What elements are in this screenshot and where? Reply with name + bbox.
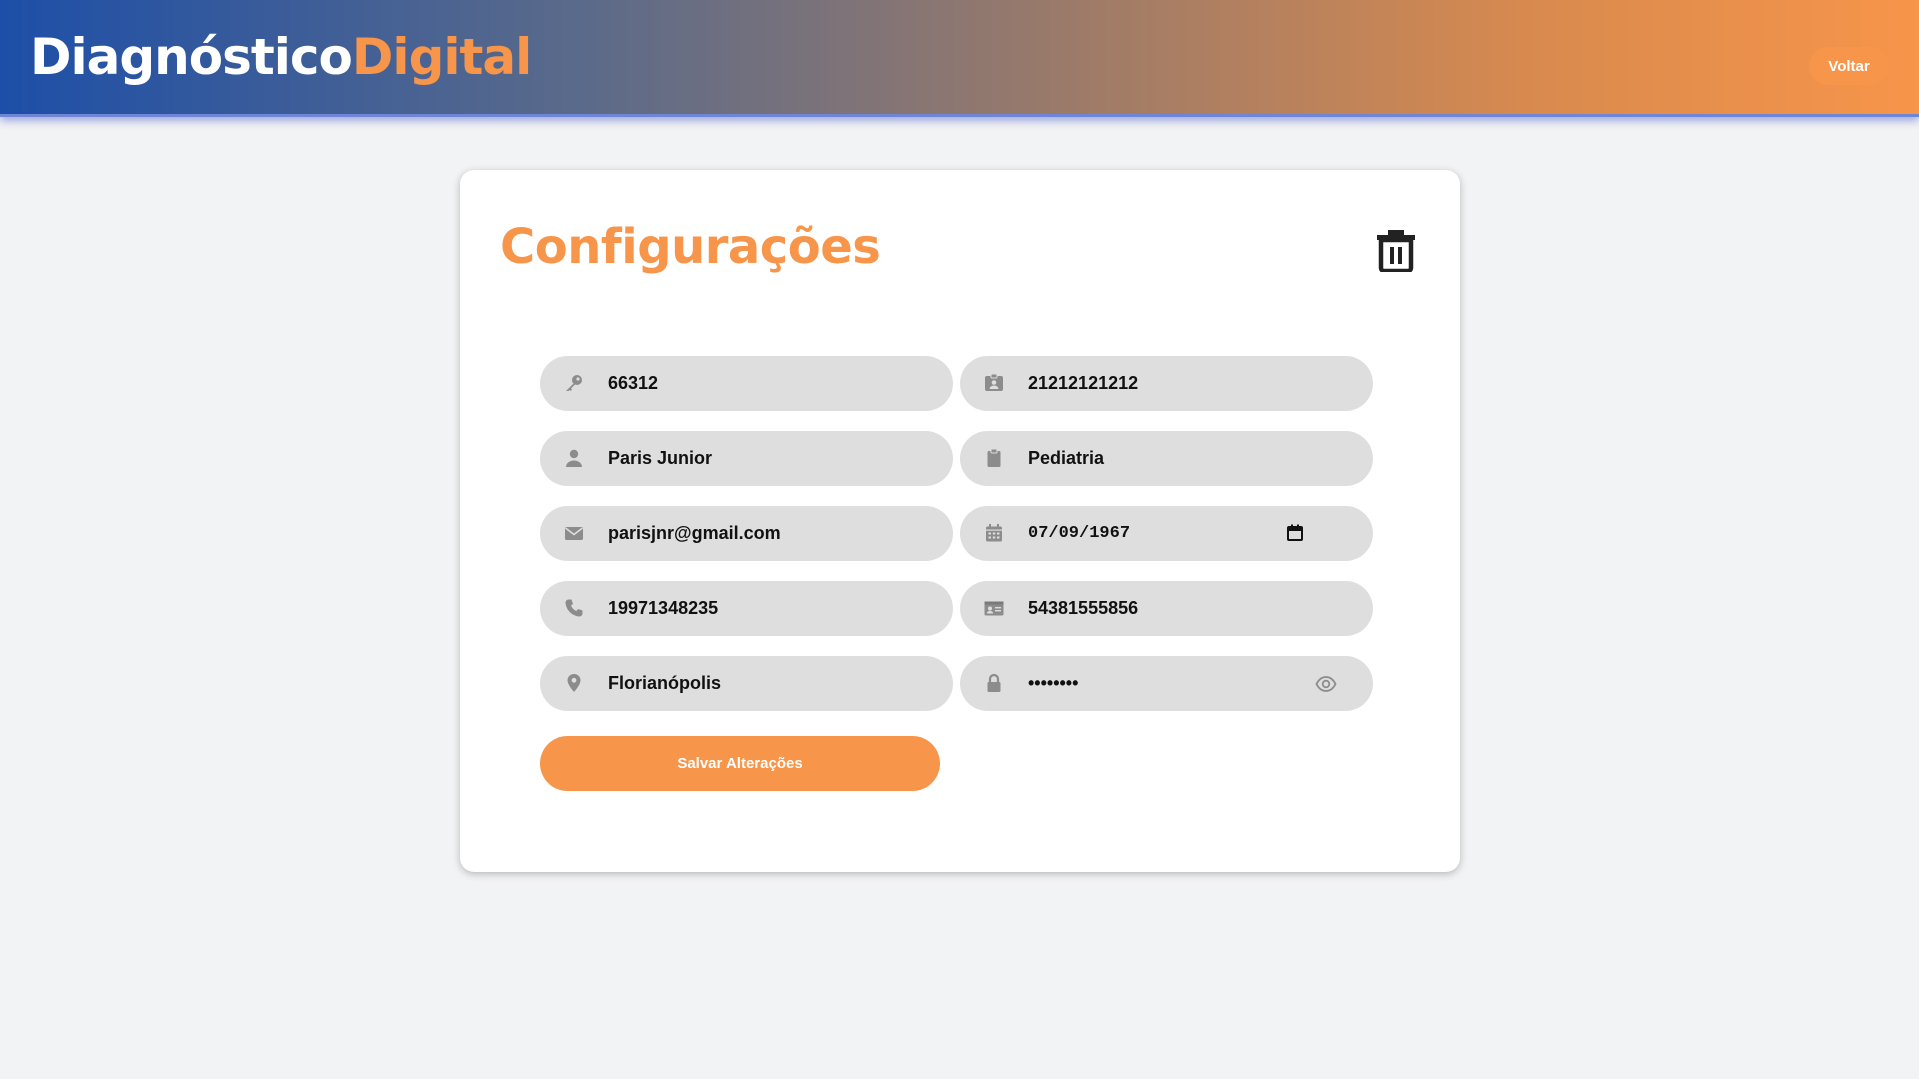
eye-icon — [1315, 676, 1337, 692]
key-icon — [564, 373, 584, 393]
id-badge-icon — [984, 373, 1004, 393]
document-field — [960, 581, 1373, 636]
brand-text-primary: Diagnóstico — [30, 28, 353, 86]
lock-icon — [984, 673, 1004, 693]
phone-field — [540, 581, 953, 636]
settings-card: Configurações 66312 21212121212 Paris Ju… — [460, 170, 1460, 872]
page-title: Configurações — [500, 219, 881, 275]
trash-icon — [1377, 230, 1415, 274]
back-button[interactable]: Voltar — [1809, 47, 1889, 85]
delete-account-button[interactable] — [1374, 228, 1418, 274]
brand-logo[interactable]: DiagnósticoDigital — [30, 24, 532, 90]
id-number-input[interactable] — [1028, 356, 1348, 411]
calendar-icon — [984, 523, 1004, 543]
specialty-field — [960, 431, 1373, 486]
password-input[interactable] — [1028, 656, 1348, 711]
specialty-input[interactable] — [1028, 431, 1348, 486]
name-input[interactable] — [608, 431, 928, 486]
id-number-field — [960, 356, 1373, 411]
name-field — [540, 431, 953, 486]
toggle-password-visibility[interactable] — [1315, 673, 1337, 695]
calendar-picker-icon — [1287, 524, 1303, 541]
crm-field — [540, 356, 953, 411]
save-changes-button[interactable]: Salvar Alterações — [540, 736, 940, 791]
phone-input[interactable] — [608, 581, 928, 636]
brand-text-accent: Digital — [351, 28, 532, 86]
envelope-icon — [564, 523, 584, 543]
id-card-icon — [984, 598, 1004, 618]
password-field — [960, 656, 1373, 711]
location-pin-icon — [564, 673, 584, 693]
clipboard-icon — [984, 448, 1004, 468]
document-input[interactable] — [1028, 581, 1348, 636]
crm-input[interactable] — [608, 356, 928, 411]
top-header: DiagnósticoDigital Voltar — [0, 0, 1919, 117]
date-picker-button[interactable] — [1285, 523, 1305, 543]
phone-icon — [564, 598, 584, 618]
city-input[interactable] — [608, 656, 928, 711]
email-field — [540, 506, 953, 561]
email-input[interactable] — [608, 506, 928, 561]
birth-date-field — [960, 506, 1373, 561]
user-icon — [564, 448, 584, 468]
city-field — [540, 656, 953, 711]
